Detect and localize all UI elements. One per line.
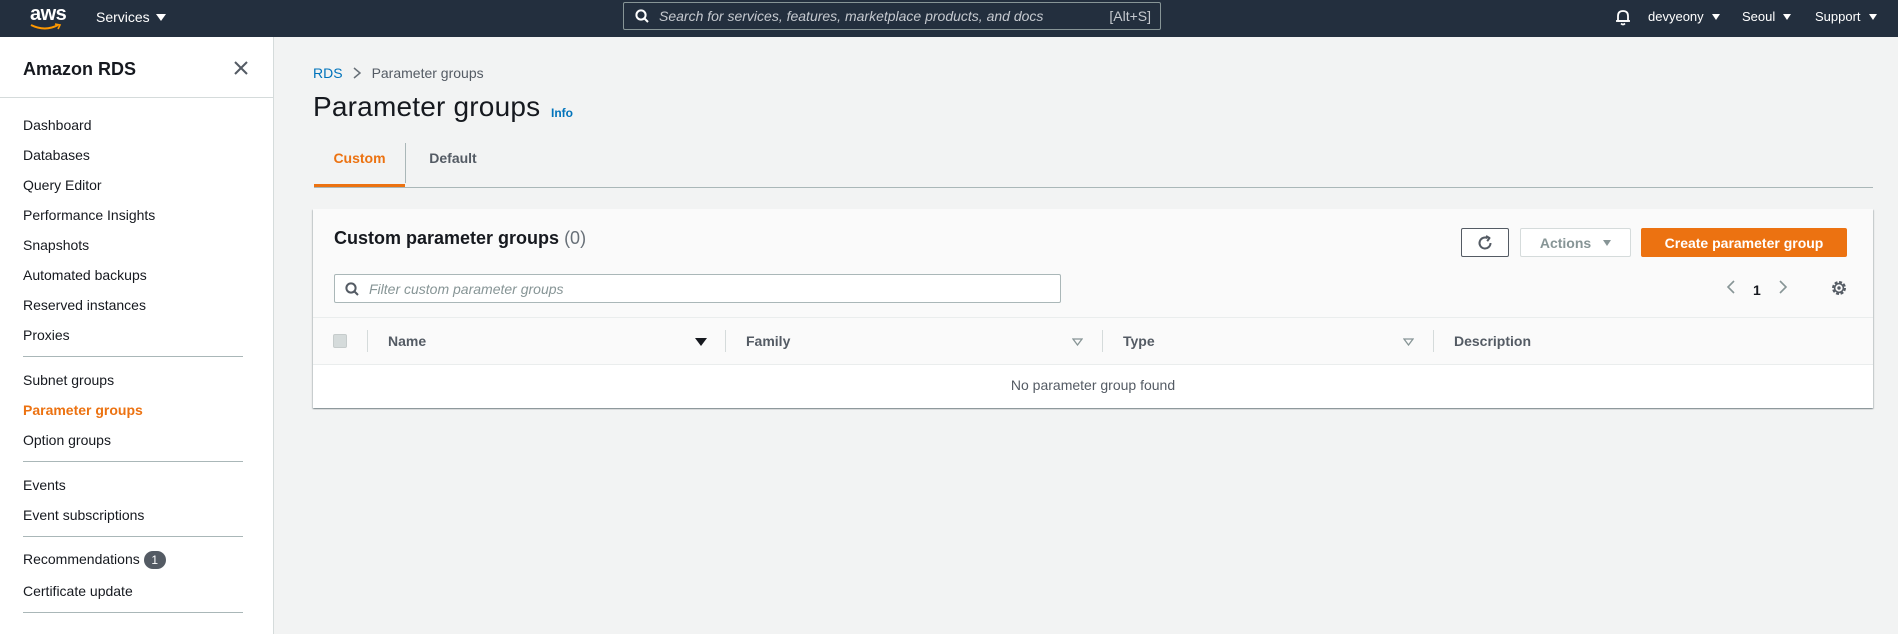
sidebar-item-option-groups[interactable]: Option groups	[23, 432, 111, 448]
sort-icon[interactable]	[1403, 338, 1414, 346]
panel-title-text: Custom parameter groups	[334, 228, 560, 248]
sort-descending-icon[interactable]	[695, 338, 707, 346]
sidebar-item-query-editor[interactable]: Query Editor	[23, 177, 102, 193]
side-nav-title[interactable]: Amazon RDS	[23, 59, 136, 80]
page-number[interactable]: 1	[1753, 282, 1761, 298]
caret-down-icon	[1868, 13, 1877, 20]
notifications-button[interactable]	[1614, 8, 1632, 29]
column-header-type[interactable]: Type	[1123, 318, 1155, 364]
account-menu-button[interactable]: devyeony	[1648, 9, 1720, 24]
recommendations-count-badge: 1	[143, 551, 166, 570]
page-title: Parameter groups	[313, 91, 541, 122]
tab-bar: Custom Default	[314, 141, 1873, 188]
refresh-button[interactable]	[1461, 228, 1509, 257]
sidebar-item-databases[interactable]: Databases	[23, 147, 90, 163]
chevron-right-icon	[1779, 280, 1787, 294]
actions-label: Actions	[1539, 234, 1592, 251]
services-label: Services	[96, 9, 150, 25]
sidebar-item-label: Recommendations	[23, 551, 140, 567]
search-icon	[345, 281, 359, 296]
table-header-row: Name Family Type Description	[313, 317, 1873, 365]
pagination: 1	[1726, 279, 1788, 300]
sidebar-divider	[23, 461, 243, 462]
search-icon	[635, 9, 649, 23]
top-navigation-bar: aws Services Search for services, featur…	[0, 0, 1898, 37]
close-icon	[234, 61, 248, 75]
actions-dropdown-button[interactable]: Actions	[1520, 228, 1631, 257]
caret-down-icon	[1783, 13, 1792, 20]
sidebar-item-reserved-instances[interactable]: Reserved instances	[23, 297, 146, 313]
sidebar-divider	[23, 612, 243, 613]
sidebar-item-event-subscriptions[interactable]: Event subscriptions	[23, 507, 144, 523]
chevron-left-icon	[1726, 280, 1735, 294]
custom-parameter-groups-panel: Custom parameter groups (0) Actions Crea…	[313, 209, 1873, 408]
filter-placeholder: Filter custom parameter groups	[369, 280, 564, 297]
column-header-description[interactable]: Description	[1454, 318, 1531, 364]
next-page-button[interactable]	[1778, 279, 1788, 300]
create-parameter-group-button[interactable]: Create parameter group	[1641, 228, 1847, 257]
tab-default[interactable]: Default	[406, 141, 500, 186]
sidebar-item-certificate-update[interactable]: Certificate update	[23, 583, 133, 599]
refresh-icon	[1478, 234, 1492, 249]
tab-custom[interactable]: Custom	[314, 141, 405, 187]
panel-item-count: (0)	[564, 228, 587, 248]
bell-icon	[1616, 10, 1630, 26]
column-header-name[interactable]: Name	[388, 318, 426, 364]
info-link[interactable]: Info	[551, 106, 573, 120]
caret-down-icon	[155, 13, 166, 21]
global-search-input[interactable]: Search for services, features, marketpla…	[623, 2, 1161, 30]
previous-page-button[interactable]	[1726, 279, 1736, 300]
support-menu-button[interactable]: Support	[1815, 9, 1877, 24]
sidebar-item-parameter-groups[interactable]: Parameter groups	[23, 402, 143, 418]
search-placeholder: Search for services, features, marketpla…	[659, 8, 1044, 24]
column-separator	[725, 330, 726, 352]
panel-header: Custom parameter groups (0) Actions Crea…	[313, 209, 1873, 317]
side-nav-header-divider	[0, 97, 273, 98]
sidebar-item-recommendations[interactable]: Recommendations 1	[23, 551, 166, 570]
region-name: Seoul	[1742, 9, 1776, 24]
caret-down-icon	[1603, 239, 1612, 246]
region-menu-button[interactable]: Seoul	[1742, 9, 1792, 24]
breadcrumb: RDS Parameter groups	[313, 65, 484, 81]
sidebar-item-subnet-groups[interactable]: Subnet groups	[23, 372, 114, 388]
table-preferences-button[interactable]	[1830, 279, 1848, 302]
sidebar-item-snapshots[interactable]: Snapshots	[23, 237, 89, 253]
gear-icon	[1832, 281, 1846, 295]
aws-smile-icon	[30, 23, 62, 30]
support-label: Support	[1815, 9, 1861, 24]
caret-down-icon	[1711, 13, 1720, 20]
chevron-right-icon	[353, 67, 361, 79]
breadcrumb-rds-link[interactable]: RDS	[313, 65, 343, 81]
sidebar-item-automated-backups[interactable]: Automated backups	[23, 267, 147, 283]
column-separator	[1433, 330, 1434, 352]
sidebar-divider	[23, 356, 243, 357]
services-menu-button[interactable]: Services	[96, 9, 166, 25]
side-navigation: Amazon RDS Dashboard Databases Query Edi…	[0, 37, 274, 634]
sidebar-item-events[interactable]: Events	[23, 477, 66, 493]
sort-icon[interactable]	[1072, 338, 1083, 346]
column-header-family[interactable]: Family	[746, 318, 790, 364]
breadcrumb-current: Parameter groups	[371, 65, 484, 81]
search-shortcut-hint: [Alt+S]	[1109, 8, 1151, 24]
sidebar-item-performance-insights[interactable]: Performance Insights	[23, 207, 155, 223]
empty-table-message: No parameter group found	[1010, 377, 1176, 393]
aws-logo[interactable]: aws	[30, 3, 67, 33]
sidebar-item-dashboard[interactable]: Dashboard	[23, 117, 92, 133]
panel-title: Custom parameter groups (0)	[334, 228, 586, 249]
account-name: devyeony	[1648, 9, 1704, 24]
column-separator	[367, 330, 368, 352]
filter-input[interactable]: Filter custom parameter groups	[334, 274, 1061, 303]
sidebar-item-proxies[interactable]: Proxies	[23, 327, 70, 343]
column-separator	[1102, 330, 1103, 352]
select-all-checkbox[interactable]	[333, 334, 347, 348]
sidebar-divider	[23, 536, 243, 537]
aws-logo-text: aws	[30, 3, 67, 25]
close-side-nav-button[interactable]	[234, 61, 248, 80]
